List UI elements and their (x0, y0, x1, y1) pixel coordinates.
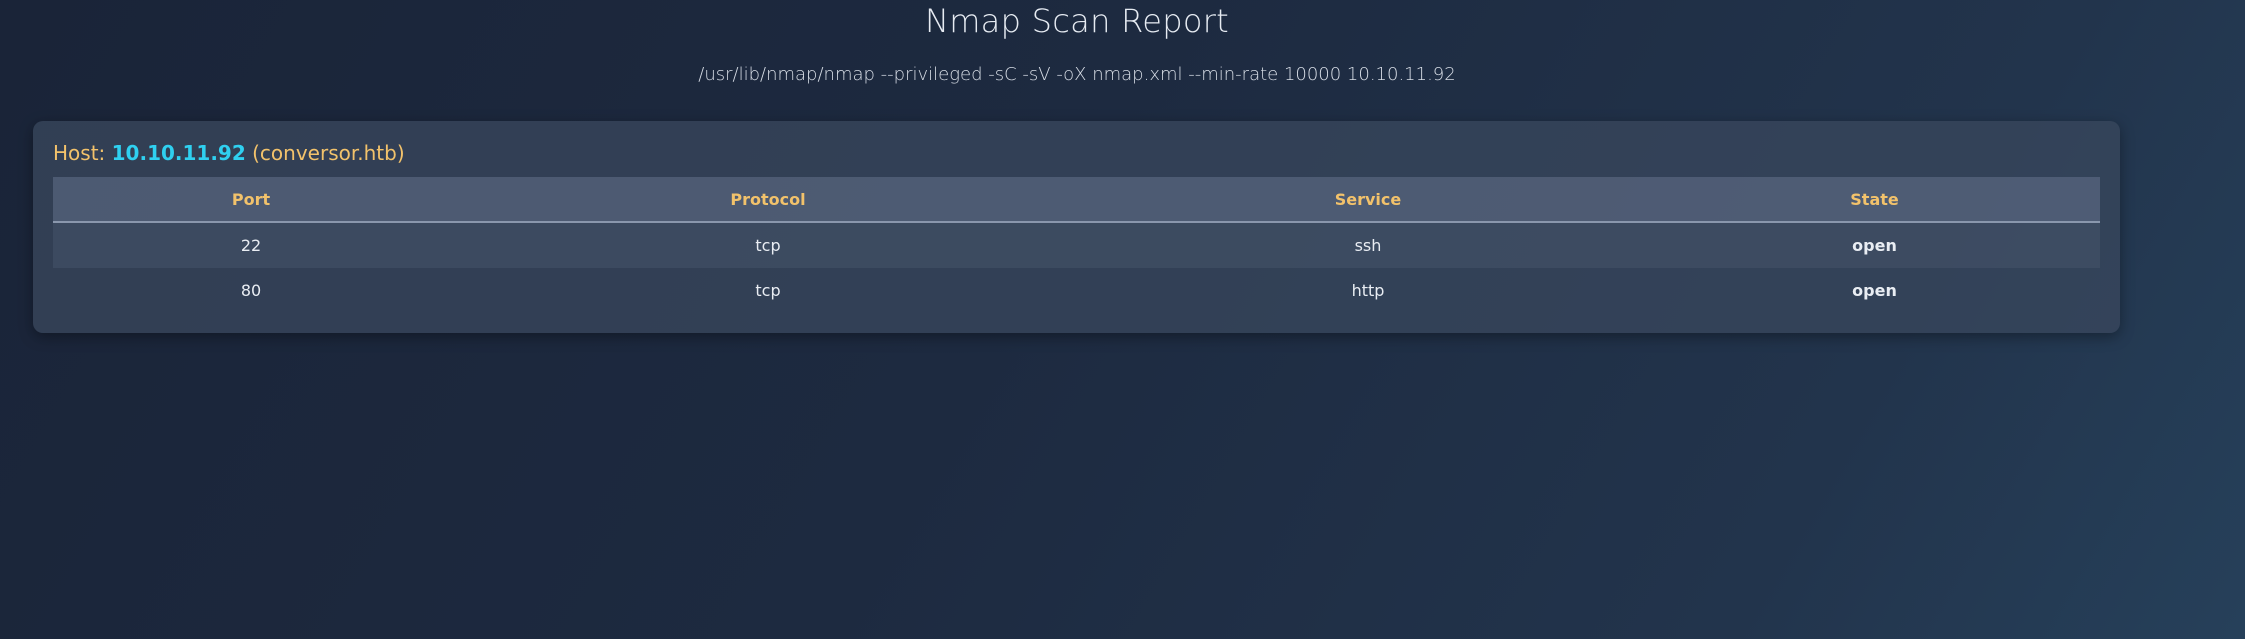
column-header-protocol: Protocol (730, 189, 806, 209)
service-cell: ssh (1354, 236, 1382, 255)
ports-table: Port Protocol Service State 22 tcp ssh o… (53, 177, 2100, 313)
host-hostname: (conversor.htb) (252, 141, 405, 165)
host-heading: Host: 10.10.11.92 (conversor.htb) (53, 139, 2100, 167)
port-cell: 22 (240, 236, 262, 255)
protocol-cell: tcp (755, 281, 781, 300)
state-cell: open (1852, 281, 1897, 300)
port-cell: 80 (240, 281, 262, 300)
service-cell: http (1351, 281, 1385, 300)
table-row: 22 tcp ssh open (53, 222, 2100, 268)
column-header-port: Port (231, 189, 271, 209)
protocol-cell: tcp (755, 236, 781, 255)
column-header-service: Service (1334, 189, 1402, 209)
table-row: 80 tcp http open (53, 268, 2100, 313)
column-header-state: State (1850, 189, 1899, 209)
state-cell: open (1852, 236, 1897, 255)
table-header-row: Port Protocol Service State (53, 177, 2100, 222)
host-label: Host: (53, 141, 106, 165)
host-ip: 10.10.11.92 (111, 141, 246, 165)
report-title: Nmap Scan Report (924, 2, 1230, 40)
scan-command: /usr/lib/nmap/nmap --privileged -sC -sV … (698, 64, 1456, 85)
host-card: Host: 10.10.11.92 (conversor.htb) Port P… (33, 121, 2120, 333)
